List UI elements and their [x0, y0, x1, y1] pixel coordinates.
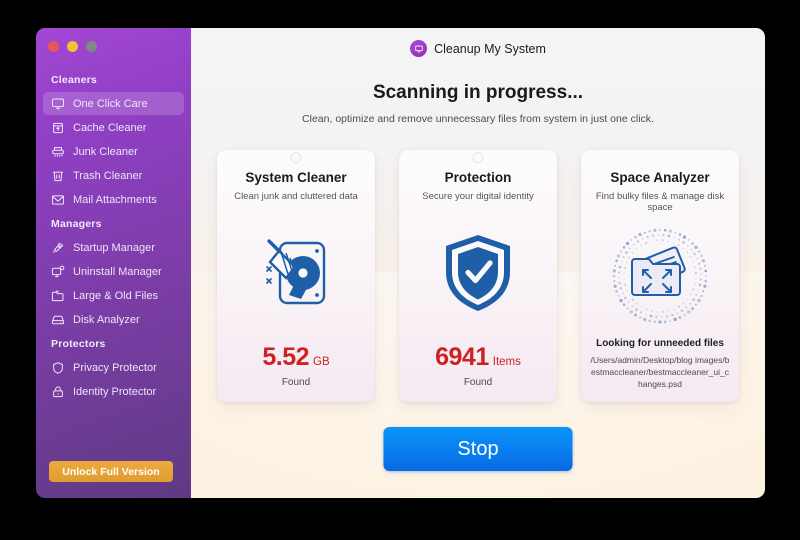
sidebar-item-cache-cleaner[interactable]: Cache Cleaner [43, 116, 184, 139]
maximize-button[interactable] [86, 41, 97, 52]
card-space-analyzer[interactable]: Space Analyzer Find bulky files & manage… [581, 150, 739, 402]
shield-icon [50, 360, 65, 375]
scan-status-label: Looking for unneeded files [596, 338, 724, 349]
folder-icon [50, 288, 65, 303]
sidebar-item-label: Mail Attachments [73, 193, 157, 206]
card-system-cleaner[interactable]: System Cleaner Clean junk and cluttered … [217, 150, 375, 402]
stat-value: 6941 [435, 343, 489, 371]
scan-cards: System Cleaner Clean junk and cluttered … [191, 150, 765, 402]
card-status-indicator-icon [290, 152, 302, 163]
sidebar-item-label: Junk Cleaner [73, 145, 138, 158]
app-title: Cleanup My System [434, 41, 546, 56]
card-stat: 6941 Items [435, 343, 521, 372]
sidebar-item-label: Trash Cleaner [73, 169, 143, 182]
main-content: Cleanup My System Scanning in progress..… [191, 28, 765, 498]
trash-icon [50, 168, 65, 183]
envelope-icon [50, 192, 65, 207]
sidebar-item-label: Cache Cleaner [73, 121, 147, 134]
card-subtitle: Find bulky files & manage disk space [595, 191, 725, 213]
lock-icon [50, 384, 65, 399]
sidebar-item-label: Identity Protector [73, 385, 157, 398]
unlock-full-version-button[interactable]: Unlock Full Version [49, 461, 173, 482]
rocket-icon [50, 240, 65, 255]
app-logo-icon [410, 40, 428, 57]
page-subtitle: Clean, optimize and remove unnecessary f… [302, 113, 654, 125]
card-title: Space Analyzer [610, 170, 710, 185]
stat-unit: Items [492, 356, 521, 368]
monitor-icon [50, 96, 65, 111]
sidebar-item-trash-cleaner[interactable]: Trash Cleaner [43, 164, 184, 187]
sidebar-item-identity-protector[interactable]: Identity Protector [43, 380, 184, 403]
card-title: Protection [444, 170, 512, 185]
sidebar-item-startup-manager[interactable]: Startup Manager [43, 236, 184, 259]
sidebar-item-privacy-protector[interactable]: Privacy Protector [43, 356, 184, 379]
sidebar-nav: Cleaners One Click Care Cache Cleaner Ju… [36, 52, 191, 403]
sidebar-item-label: Uninstall Manager [73, 265, 162, 278]
sidebar-item-mail-attachments[interactable]: Mail Attachments [43, 188, 184, 211]
card-protection[interactable]: Protection Secure your digital identity … [399, 150, 557, 402]
card-subtitle: Clean junk and cluttered data [234, 191, 358, 202]
app-window: Cleaners One Click Care Cache Cleaner Ju… [36, 28, 765, 498]
brand-header: Cleanup My System [191, 28, 765, 57]
hard-drive-icon [50, 312, 65, 327]
sidebar-group-protectors-title: Protectors [51, 338, 106, 350]
page-title: Scanning in progress... [372, 82, 584, 103]
sidebar-item-label: Large & Old Files [73, 289, 158, 302]
minimize-button[interactable] [67, 41, 78, 52]
card-title: System Cleaner [245, 170, 347, 185]
scan-path-label: /Users/admin/Desktop/blog images/bestmac… [590, 355, 730, 389]
stat-caption: Found [281, 377, 311, 388]
sidebar-group-managers-title: Managers [51, 218, 102, 230]
folder-expand-icon [581, 213, 739, 338]
sidebar-item-label: One Click Care [73, 97, 148, 110]
sidebar-item-junk-cleaner[interactable]: Junk Cleaner [43, 140, 184, 163]
sidebar-item-label: Startup Manager [73, 241, 155, 254]
stat-unit: GB [313, 356, 330, 368]
stat-value: 5.52 [262, 343, 310, 371]
sidebar-group-cleaners-title: Cleaners [51, 74, 97, 86]
stat-caption: Found [463, 377, 493, 388]
window-traffic-lights [36, 28, 191, 52]
stop-button[interactable]: Stop [383, 427, 573, 471]
close-button[interactable] [48, 41, 59, 52]
card-status-indicator-icon [472, 152, 484, 163]
card-stat: 5.52 GB [262, 343, 329, 372]
shield-check-icon [399, 202, 557, 343]
disk-broom-icon [217, 202, 375, 343]
card-subtitle: Secure your digital identity [422, 191, 534, 202]
sidebar-item-uninstall-manager[interactable]: Uninstall Manager [43, 260, 184, 283]
sidebar-item-disk-analyzer[interactable]: Disk Analyzer [43, 308, 184, 331]
sidebar: Cleaners One Click Care Cache Cleaner Ju… [36, 28, 191, 498]
sidebar-item-label: Disk Analyzer [73, 313, 140, 326]
shredder-icon [50, 144, 65, 159]
monitor-gear-icon [50, 264, 65, 279]
cache-box-icon [50, 120, 65, 135]
sidebar-item-label: Privacy Protector [73, 361, 157, 374]
sidebar-item-one-click-care[interactable]: One Click Care [43, 92, 184, 115]
sidebar-item-large-old-files[interactable]: Large & Old Files [43, 284, 184, 307]
